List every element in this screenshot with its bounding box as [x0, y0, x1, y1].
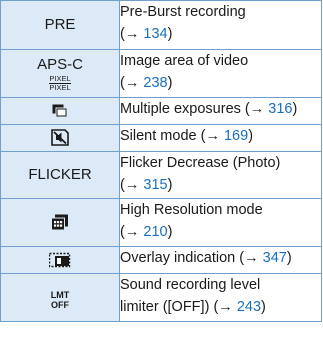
- description-text: Pre-Burst recording: [120, 4, 246, 20]
- high-resolution-icon: [51, 214, 69, 231]
- arrow-icon: →: [124, 75, 140, 91]
- description-text: Multiple exposures: [120, 101, 245, 117]
- pre-burst-icon: PRE: [44, 16, 76, 33]
- icon-cell: PRE: [0, 0, 120, 50]
- description-cell: Sound recording level limiter ([OFF]) (→ …: [119, 273, 322, 322]
- icon-cell: FLICKER: [0, 151, 120, 199]
- arrow-icon: →: [249, 101, 265, 117]
- page-reference-link[interactable]: 210: [143, 224, 167, 240]
- pixel-fraction: PIXEL PIXEL: [49, 74, 71, 92]
- table-row: FLICKER Flicker Decrease (Photo) (→ 315): [0, 151, 322, 199]
- arrow-icon: →: [244, 250, 259, 266]
- table-row: Silent mode (→ 169): [0, 124, 322, 152]
- description-cell: Pre-Burst recording (→ 134): [119, 0, 322, 50]
- page-reference-link[interactable]: 238: [143, 75, 167, 91]
- description-text: Sound recording level: [120, 277, 261, 293]
- description-cell: Silent mode (→ 169): [119, 124, 322, 152]
- description-text: Silent mode: [120, 128, 201, 144]
- silent-mode-icon: [51, 129, 69, 147]
- description-text: Overlay indication: [120, 250, 240, 266]
- page-reference-link[interactable]: 243: [237, 299, 261, 315]
- page-reference-link[interactable]: 134: [143, 26, 167, 42]
- description-cell: High Resolution mode (→ 210): [119, 198, 322, 247]
- arrow-icon: →: [124, 224, 140, 240]
- lmt-label: LMT: [50, 290, 70, 300]
- description-cell: Multiple exposures (→ 316): [119, 97, 322, 125]
- icon-cell: APS-C PIXEL PIXEL: [0, 49, 120, 98]
- table-row: Multiple exposures (→ 316): [0, 97, 322, 125]
- description-cell: Flicker Decrease (Photo) (→ 315): [119, 151, 322, 199]
- description-text: Flicker Decrease (Photo): [120, 155, 281, 171]
- table-row: APS-C PIXEL PIXEL Image area of video (→ 238…: [0, 49, 322, 98]
- page-reference-link[interactable]: 315: [143, 177, 167, 193]
- icon-cell: [0, 97, 120, 125]
- arrow-icon: →: [218, 299, 233, 315]
- description-cell: Overlay indication (→ 347): [119, 246, 322, 274]
- description-text: Image area of video: [120, 53, 249, 69]
- aps-c-label: APS-C: [37, 55, 83, 73]
- arrow-icon: →: [124, 177, 140, 193]
- page-reference-link[interactable]: 316: [268, 101, 292, 117]
- reference-table: PRE Pre-Burst recording (→ 134) APS-C PIXEL P…: [0, 0, 322, 322]
- icon-cell: [0, 246, 120, 274]
- table-row: LMT OFF Sound recording level limiter ([OFF…: [0, 273, 322, 322]
- sound-level-limiter-icon: LMT OFF: [51, 290, 70, 310]
- pixel-bottom: PIXEL: [49, 82, 71, 92]
- description-text: limiter ([OFF]): [120, 299, 214, 315]
- table-row: PRE Pre-Burst recording (→ 134): [0, 0, 322, 50]
- arrow-icon: →: [205, 128, 220, 144]
- description-text: High Resolution mode: [120, 202, 263, 218]
- off-label: OFF: [51, 300, 69, 310]
- table-body: PRE Pre-Burst recording (→ 134) APS-C PIXEL P…: [0, 0, 322, 322]
- image-area-icon: APS-C PIXEL PIXEL: [37, 56, 83, 92]
- page-reference-link[interactable]: 347: [263, 250, 287, 266]
- flicker-decrease-icon: FLICKER: [28, 166, 92, 183]
- table-row: High Resolution mode (→ 210): [0, 198, 322, 247]
- icon-cell: [0, 124, 120, 152]
- page-reference-link[interactable]: 169: [224, 128, 248, 144]
- description-cell: Image area of video (→ 238): [119, 49, 322, 98]
- icon-cell: [0, 198, 120, 247]
- overlay-indication-icon: [49, 251, 71, 268]
- table-row: Overlay indication (→ 347): [0, 246, 322, 274]
- icon-cell: LMT OFF: [0, 273, 120, 322]
- arrow-icon: →: [124, 26, 140, 42]
- multiple-exposures-icon: [52, 102, 68, 119]
